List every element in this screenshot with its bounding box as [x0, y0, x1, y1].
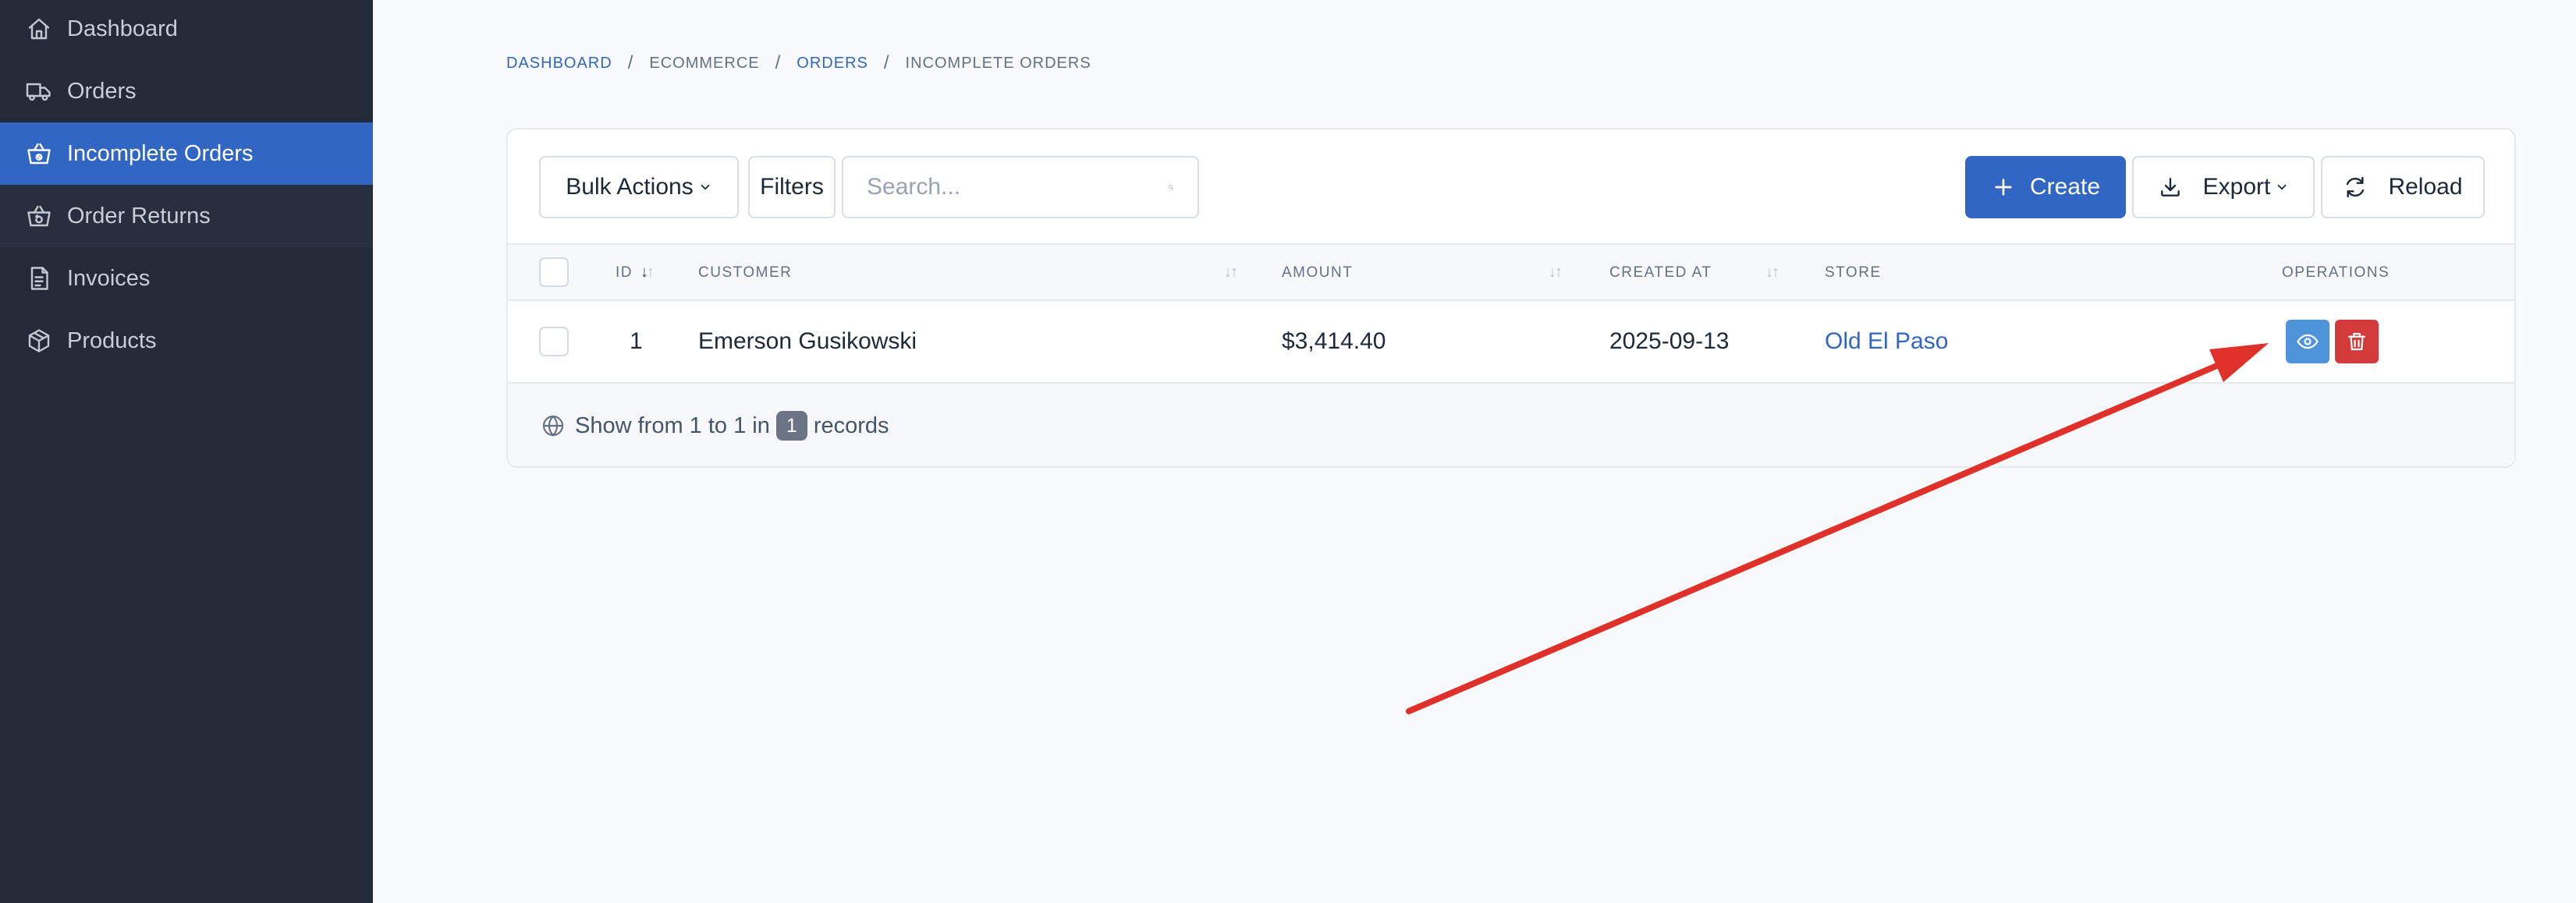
breadcrumb-ecommerce: ECOMMERCE — [649, 54, 760, 72]
basket-return-icon — [27, 205, 51, 227]
sidebar-item-order-returns[interactable]: Order Returns — [0, 185, 373, 247]
records-count-badge: 1 — [775, 411, 807, 441]
home-icon — [28, 18, 50, 40]
chevron-down-icon — [701, 184, 710, 190]
search-icon[interactable] — [1168, 176, 1174, 198]
sidebar-item-label: Dashboard — [67, 16, 178, 41]
cell-store-link[interactable]: Old El Paso — [1825, 301, 1948, 382]
sort-icon[interactable]: ↓↑ — [1549, 264, 1563, 282]
sidebar-item-label: Incomplete Orders — [67, 140, 254, 166]
column-header-store: STORE — [1825, 245, 1882, 301]
breadcrumb-separator: / — [883, 52, 890, 73]
table-row[interactable]: 1 Emerson Gusikowski $3,414.40 2025-09-1… — [508, 301, 2514, 384]
sort-icon[interactable]: ↓↑ — [1765, 264, 1779, 282]
row-checkbox[interactable] — [539, 327, 569, 356]
plus-icon — [1995, 179, 2012, 196]
search-box — [842, 156, 1199, 218]
column-header-label: AMOUNT — [1282, 264, 1354, 281]
export-label: Export — [2202, 174, 2271, 200]
view-button[interactable] — [2286, 320, 2329, 363]
filters-label: Filters — [760, 174, 824, 200]
records-suffix: records — [813, 413, 889, 438]
export-button[interactable]: Export — [2132, 156, 2315, 218]
column-header-created-at[interactable]: CREATED AT — [1609, 245, 1712, 301]
breadcrumb: DASHBOARD / ECOMMERCE / ORDERS / INCOMPL… — [506, 52, 1091, 73]
refresh-icon — [2347, 176, 2365, 198]
column-header-customer[interactable]: CUSTOMER — [698, 245, 792, 301]
sidebar-item-products[interactable]: Products — [0, 310, 373, 372]
orders-table-card: Bulk Actions Filters Create Export Reloa… — [506, 128, 2516, 468]
breadcrumb-current: INCOMPLETE ORDERS — [905, 54, 1091, 72]
search-input[interactable] — [867, 174, 1168, 200]
sidebar-item-orders[interactable]: Orders — [0, 60, 373, 122]
breadcrumb-separator: / — [775, 52, 782, 73]
cell-customer: Emerson Gusikowski — [698, 328, 917, 354]
sidebar: Dashboard Orders Incomplete Orders Order… — [0, 0, 373, 903]
table-toolbar: Bulk Actions Filters Create Export Reloa… — [508, 129, 2514, 243]
create-button[interactable]: Create — [1965, 156, 2126, 218]
bulk-actions-label: Bulk Actions — [566, 174, 694, 200]
sidebar-item-dashboard[interactable]: Dashboard — [0, 0, 373, 60]
download-icon — [2160, 178, 2180, 197]
globe-icon — [542, 415, 564, 437]
create-label: Create — [2029, 174, 2101, 200]
sidebar-item-label: Products — [67, 328, 157, 353]
column-header-label: CUSTOMER — [698, 264, 793, 281]
table-header: ID ↓↑ CUSTOMER ↓↑ AMOUNT ↓↑ CREATED AT ↓… — [508, 243, 2514, 301]
chevron-down-icon — [2277, 184, 2287, 190]
bulk-actions-button[interactable]: Bulk Actions — [539, 156, 739, 218]
cell-amount: $3,414.40 — [1282, 328, 1386, 354]
cell-created-at: 2025-09-13 — [1609, 328, 1730, 354]
sidebar-item-label: Invoices — [67, 265, 151, 291]
reload-button[interactable]: Reload — [2321, 156, 2485, 218]
column-header-label: STORE — [1825, 264, 1882, 281]
records-prefix: Show from 1 to 1 in — [575, 413, 770, 438]
breadcrumb-separator: / — [627, 52, 634, 73]
invoice-icon — [30, 267, 48, 290]
sidebar-item-label: Order Returns — [67, 203, 211, 228]
eye-icon — [2297, 334, 2319, 349]
trash-icon — [2347, 332, 2366, 351]
sidebar-item-incomplete-orders[interactable]: Incomplete Orders — [0, 122, 373, 185]
table-footer: Show from 1 to 1 in 1 records — [508, 384, 2514, 466]
sort-icon[interactable]: ↓↑ — [1224, 264, 1238, 282]
truck-icon — [26, 83, 51, 101]
breadcrumb-orders[interactable]: ORDERS — [797, 55, 868, 73]
delete-button[interactable] — [2335, 320, 2379, 363]
reload-label: Reload — [2388, 174, 2463, 200]
column-header-amount[interactable]: AMOUNT — [1282, 245, 1353, 301]
column-header-label: ID — [616, 264, 633, 281]
basket-icon — [27, 143, 51, 165]
column-header-label: OPERATIONS — [2282, 264, 2390, 281]
filters-button[interactable]: Filters — [748, 156, 836, 218]
sidebar-item-label: Orders — [67, 78, 137, 104]
column-header-operations: OPERATIONS — [2282, 245, 2390, 301]
sort-icon[interactable]: ↓↑ — [640, 264, 655, 282]
breadcrumb-dashboard[interactable]: DASHBOARD — [506, 55, 612, 73]
cell-id: 1 — [630, 328, 643, 354]
column-header-label: CREATED AT — [1609, 264, 1712, 281]
package-icon — [28, 329, 50, 352]
column-header-id[interactable]: ID — [616, 245, 633, 301]
select-all-checkbox[interactable] — [539, 257, 569, 287]
sidebar-item-invoices[interactable]: Invoices — [0, 247, 373, 310]
